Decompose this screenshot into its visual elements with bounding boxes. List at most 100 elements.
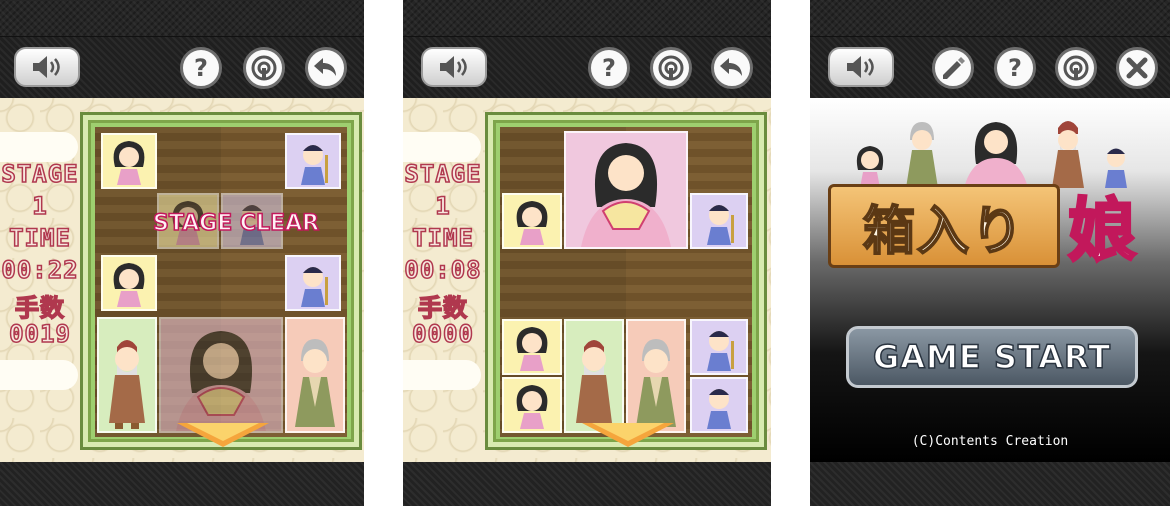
time-value: 00:22 <box>1 255 79 285</box>
girl-doll-icon <box>113 263 145 307</box>
puzzle-tile-old-woman[interactable] <box>626 319 686 433</box>
puzzle-tile-old-man[interactable] <box>564 319 624 433</box>
puzzle-tile-princess[interactable] <box>564 131 688 249</box>
puzzle-tile-boy[interactable] <box>285 255 341 311</box>
title-screen: 箱入り 娘 GAME START (C)Contents Creation <box>810 98 1170 462</box>
game-field: STAGE 1 TIME 00:22 手数 0019 STAGE CLEAR <box>0 98 364 462</box>
game-field: STAGE 1 TIME 00:08 手数 0000 <box>403 98 771 462</box>
question-icon: ? <box>602 54 616 82</box>
boy-doll-icon <box>301 267 328 307</box>
moves-value: 0000 <box>411 319 474 349</box>
princess-doll-icon <box>176 331 266 431</box>
puzzle-tile-girl[interactable] <box>101 133 157 189</box>
title-main-text: 箱入り <box>862 201 1025 263</box>
boy-doll-icon <box>301 145 328 185</box>
board-floor <box>95 127 347 437</box>
help-button[interactable]: ? <box>588 47 630 89</box>
princess-doll-icon <box>581 143 671 247</box>
old-woman-doll-icon <box>295 339 335 427</box>
question-icon: ? <box>194 54 208 82</box>
puzzle-tile-boy[interactable] <box>690 319 748 375</box>
ranking-button[interactable] <box>1055 47 1097 89</box>
stage-value: 1 <box>32 191 48 221</box>
old-man-doll-icon <box>109 340 145 429</box>
sound-button[interactable] <box>14 47 80 87</box>
puzzle-tile-girl[interactable] <box>101 255 157 311</box>
top-toolbar: ? <box>403 36 771 100</box>
girl-doll-icon <box>856 146 884 188</box>
ranking-button[interactable] <box>650 47 692 89</box>
back-button[interactable] <box>305 47 347 89</box>
cloud-decoration <box>0 360 78 390</box>
princess-doll-icon <box>964 122 1028 188</box>
game-start-button[interactable]: GAME START <box>846 326 1138 388</box>
puzzle-tile-boy[interactable] <box>690 193 748 249</box>
boy-doll-icon <box>707 331 734 371</box>
time-label: TIME <box>411 223 474 253</box>
girl-doll-icon <box>516 385 548 429</box>
puzzle-board: STAGE CLEAR <box>80 112 362 450</box>
crest-icon <box>658 55 684 81</box>
exit-arrow-icon <box>177 423 269 447</box>
boy-doll-icon <box>707 389 731 429</box>
top-toolbar: ? <box>810 36 1170 100</box>
crest-icon <box>251 55 277 81</box>
sound-button[interactable] <box>421 47 487 87</box>
moves-label: 手数 <box>417 293 468 323</box>
time-label: TIME <box>8 223 71 253</box>
bottom-bar <box>810 462 1170 506</box>
old-man-doll-icon <box>576 340 612 423</box>
undo-arrow-icon <box>314 58 336 76</box>
exit-arrow-icon <box>582 423 674 447</box>
help-button[interactable]: ? <box>180 47 222 89</box>
screen-puzzle-start: ? STAGE 1 TIME 00:08 手数 0000 <box>403 0 771 506</box>
stage-label: STAGE <box>404 159 482 189</box>
screen-title: ? 箱入り 娘 GAME START (C)Contents Creation <box>810 0 1170 506</box>
puzzle-board <box>485 112 767 450</box>
board-floor <box>500 127 752 437</box>
speaker-icon <box>440 56 467 78</box>
puzzle-tile-girl[interactable] <box>502 193 562 249</box>
moves-label: 手数 <box>14 293 65 323</box>
copyright-text: (C)Contents Creation <box>911 434 1069 449</box>
ranking-button[interactable] <box>243 47 285 89</box>
puzzle-tile-princess[interactable] <box>159 317 283 433</box>
speaker-icon <box>847 56 874 78</box>
puzzle-tile-boy[interactable] <box>690 377 748 433</box>
top-toolbar: ? <box>0 36 364 100</box>
old-woman-doll-icon <box>636 339 676 427</box>
puzzle-tile-girl[interactable] <box>502 319 562 375</box>
back-button[interactable] <box>711 47 753 89</box>
edit-button[interactable] <box>932 47 974 89</box>
close-icon <box>1126 57 1148 79</box>
crest-icon <box>1063 55 1089 81</box>
stage-value: 1 <box>435 191 451 221</box>
undo-arrow-icon <box>720 58 742 76</box>
help-button[interactable]: ? <box>994 47 1036 89</box>
cloud-decoration <box>0 132 78 162</box>
stage-label: STAGE <box>1 159 79 189</box>
girl-doll-icon <box>516 327 548 371</box>
screen-stage-clear: ? STAGE 1 TIME 00:22 手数 0019 STAGE CLEAR <box>0 0 364 506</box>
boy-doll-icon <box>707 205 734 245</box>
stage-clear-overlay: STAGE CLEAR <box>152 210 320 237</box>
question-icon: ? <box>1008 54 1022 82</box>
bottom-bar <box>0 462 364 506</box>
moves-value: 0019 <box>8 319 71 349</box>
puzzle-tile-boy[interactable] <box>285 133 341 189</box>
girl-doll-icon <box>516 201 548 245</box>
title-hime-text: 娘 <box>1066 190 1137 272</box>
cloud-decoration <box>403 132 481 162</box>
bottom-bar <box>403 462 771 506</box>
sound-button[interactable] <box>828 47 894 87</box>
old-woman-doll-icon <box>906 122 938 188</box>
puzzle-tile-girl[interactable] <box>502 377 562 433</box>
speaker-icon <box>33 56 60 78</box>
pencil-icon <box>943 57 965 79</box>
close-button[interactable] <box>1116 47 1158 89</box>
title-logo: 箱入り <box>828 184 1060 268</box>
girl-doll-icon <box>113 141 145 185</box>
puzzle-tile-old-man[interactable] <box>97 317 157 433</box>
puzzle-tile-old-woman[interactable] <box>285 317 345 433</box>
cloud-decoration <box>403 360 481 390</box>
